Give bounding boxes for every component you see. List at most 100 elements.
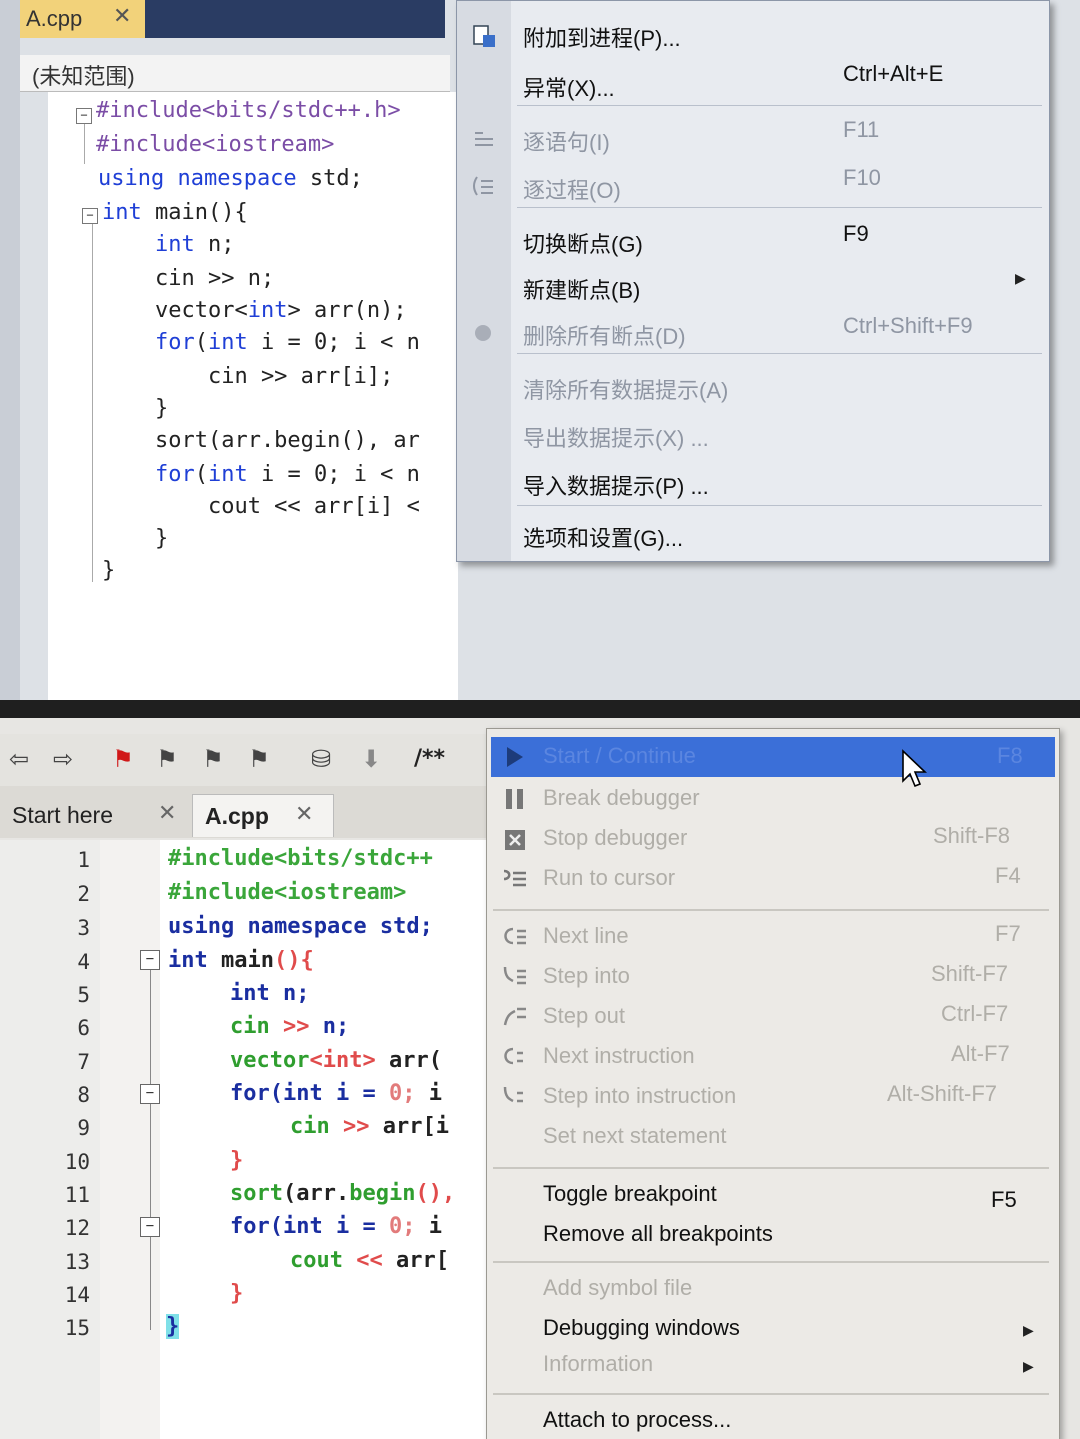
- code-line: }: [230, 1148, 244, 1173]
- line-number: 10: [64, 1150, 90, 1174]
- line-number: 9: [77, 1116, 90, 1140]
- vs-menu-item-new-breakpoint[interactable]: 新建断点(B): [523, 273, 640, 305]
- code-token: (int: [269, 1214, 336, 1239]
- line-number: 7: [77, 1050, 90, 1074]
- back-arrow-icon[interactable]: ⇦: [4, 744, 34, 774]
- code-line: sort(arr.begin(),: [230, 1181, 455, 1206]
- code-line: cin >> n;: [102, 266, 275, 291]
- code-token: std;: [379, 914, 433, 939]
- code-line: cin >> arr[i: [290, 1114, 449, 1139]
- code-token: i =: [335, 1081, 389, 1106]
- code-token: begin: [349, 1181, 416, 1206]
- mouse-cursor-icon: [902, 749, 927, 788]
- visual-studio-window: A.cpp ✕ (未知范围) − − #include<bits/stdc++.…: [0, 0, 1080, 718]
- line-number: 11: [64, 1183, 90, 1207]
- stop-icon: [505, 830, 525, 850]
- fold-collapse-icon[interactable]: −: [82, 208, 98, 224]
- menu-item-next-line[interactable]: Next line: [543, 923, 629, 949]
- menu-item-next-instruction[interactable]: Next instruction: [543, 1043, 695, 1069]
- menu-item-attach-to-process[interactable]: Attach to process...: [543, 1407, 731, 1433]
- vs-tab-close-icon[interactable]: ✕: [113, 4, 131, 29]
- prev-bookmark-icon[interactable]: ⚑: [152, 744, 182, 774]
- line-number-gutter: 1 2 3 4 5 6 7 8 9 10 11 12 13 14 15: [0, 840, 100, 1439]
- vs-scope-dropdown[interactable]: (未知范围): [20, 55, 450, 92]
- menu-item-step-into[interactable]: Step into: [543, 963, 630, 989]
- vs-menu-item-step-over[interactable]: 逐过程(O): [523, 173, 621, 205]
- menu-item-add-symbol-file[interactable]: Add symbol file: [543, 1275, 692, 1301]
- code-token: cout: [290, 1248, 357, 1273]
- forward-arrow-icon[interactable]: ⇨: [48, 744, 78, 774]
- menu-separator: [493, 909, 1049, 911]
- vs-file-tab[interactable]: A.cpp ✕: [20, 0, 146, 38]
- vs-menu-item-toggle-breakpoint[interactable]: 切换断点(G): [523, 227, 643, 259]
- code-line: vector<int> arr(: [230, 1048, 442, 1073]
- vs-menu-separator: [517, 505, 1042, 506]
- vs-left-strip: [0, 0, 20, 718]
- menu-item-step-into-instruction[interactable]: Step into instruction: [543, 1083, 736, 1109]
- code-token: cin: [230, 1014, 283, 1039]
- menu-item-stop-debugger[interactable]: Stop debugger: [543, 825, 687, 851]
- code-line: for(int i = 0; i < n: [154, 462, 420, 487]
- code-token: int: [230, 981, 283, 1006]
- code-token: for: [230, 1081, 270, 1106]
- vs-menu-item-export-datatips[interactable]: 导出数据提示(X) ...: [523, 421, 709, 453]
- vs-shortcut: Ctrl+Shift+F9: [843, 313, 973, 338]
- vs-menu-separator: [517, 105, 1042, 106]
- code-line: }: [102, 526, 169, 551]
- clear-bookmark-icon[interactable]: ⚑: [244, 744, 274, 774]
- code-line: int main(){: [102, 200, 248, 225]
- code-token: n;: [322, 1014, 350, 1039]
- code-token: (),: [415, 1181, 456, 1206]
- vs-menu-item-attach[interactable]: 附加到进程(P)...: [523, 21, 681, 53]
- menu-item-run-to-cursor[interactable]: Run to cursor: [543, 865, 675, 891]
- menu-item-step-out[interactable]: Step out: [543, 1003, 625, 1029]
- code-line: }: [166, 1314, 180, 1339]
- menu-item-start-continue[interactable]: Start / Continue: [543, 743, 696, 769]
- fold-collapse-icon[interactable]: −: [140, 1217, 160, 1237]
- menu-item-toggle-breakpoint[interactable]: Toggle breakpoint: [543, 1181, 717, 1207]
- menu-item-debugging-windows[interactable]: Debugging windows: [543, 1315, 740, 1341]
- database-icon[interactable]: ⛁: [306, 744, 336, 774]
- submenu-arrow-icon: ▶: [1023, 1359, 1034, 1375]
- vs-menu-item-import-datatips[interactable]: 导入数据提示(P) ...: [523, 469, 709, 501]
- menu-item-information[interactable]: Information: [543, 1351, 653, 1377]
- close-icon[interactable]: ✕: [295, 801, 313, 827]
- line-number: 6: [77, 1016, 90, 1040]
- code-line: int n;: [154, 232, 235, 257]
- doc-comment-button[interactable]: /**: [414, 744, 445, 774]
- code-token: <int>: [309, 1048, 389, 1073]
- line-number: 3: [77, 916, 90, 940]
- menu-item-set-next-statement[interactable]: Set next statement: [543, 1123, 726, 1149]
- vs-menu-item-exceptions[interactable]: 异常(X)...: [523, 71, 615, 103]
- code-line: #include<bits/stdc++: [168, 846, 433, 871]
- delete-breakpoints-icon: [475, 325, 491, 341]
- vs-menu-item-options[interactable]: 选项和设置(G)...: [523, 521, 683, 553]
- code-token: i: [415, 1081, 442, 1106]
- menu-shortcut: Alt-F7: [951, 1041, 1010, 1066]
- fold-collapse-icon[interactable]: −: [76, 108, 92, 124]
- vs-menu-icon-column: [457, 1, 511, 561]
- down-arrow-icon[interactable]: ⬇: [356, 744, 386, 774]
- code-token: cin: [290, 1114, 343, 1139]
- next-bookmark-icon[interactable]: ⚑: [198, 744, 228, 774]
- code-token: 0;: [388, 1214, 416, 1239]
- fold-collapse-icon[interactable]: −: [140, 950, 160, 970]
- step-over-icon: [473, 176, 493, 196]
- code-token: i: [415, 1214, 442, 1239]
- close-icon[interactable]: ✕: [158, 800, 176, 826]
- code-line: using namespace std;: [168, 914, 433, 939]
- code-editor[interactable]: #include<bits/stdc++ #include<iostream> …: [160, 840, 490, 1439]
- red-flag-icon[interactable]: ⚑: [108, 744, 138, 774]
- fold-collapse-icon[interactable]: −: [140, 1084, 160, 1104]
- vs-menu-item-clear-datatips[interactable]: 清除所有数据提示(A): [523, 373, 728, 405]
- code-token: >>: [342, 1114, 383, 1139]
- vs-menu-item-step-into[interactable]: 逐语句(I): [523, 125, 610, 157]
- vs-menu-item-delete-breakpoints[interactable]: 删除所有断点(D): [523, 319, 686, 351]
- menu-item-break-debugger[interactable]: Break debugger: [543, 785, 700, 811]
- vs-code-editor[interactable]: − − #include<bits/stdc++.h> #include<ios…: [48, 92, 458, 718]
- tab-a-cpp[interactable]: A.cpp ✕: [192, 794, 334, 837]
- code-line: sort(arr.begin(), ar: [102, 428, 420, 453]
- tab-start-here[interactable]: Start here ✕: [0, 794, 185, 836]
- menu-item-remove-all-breakpoints[interactable]: Remove all breakpoints: [543, 1221, 773, 1247]
- code-token: for: [230, 1214, 270, 1239]
